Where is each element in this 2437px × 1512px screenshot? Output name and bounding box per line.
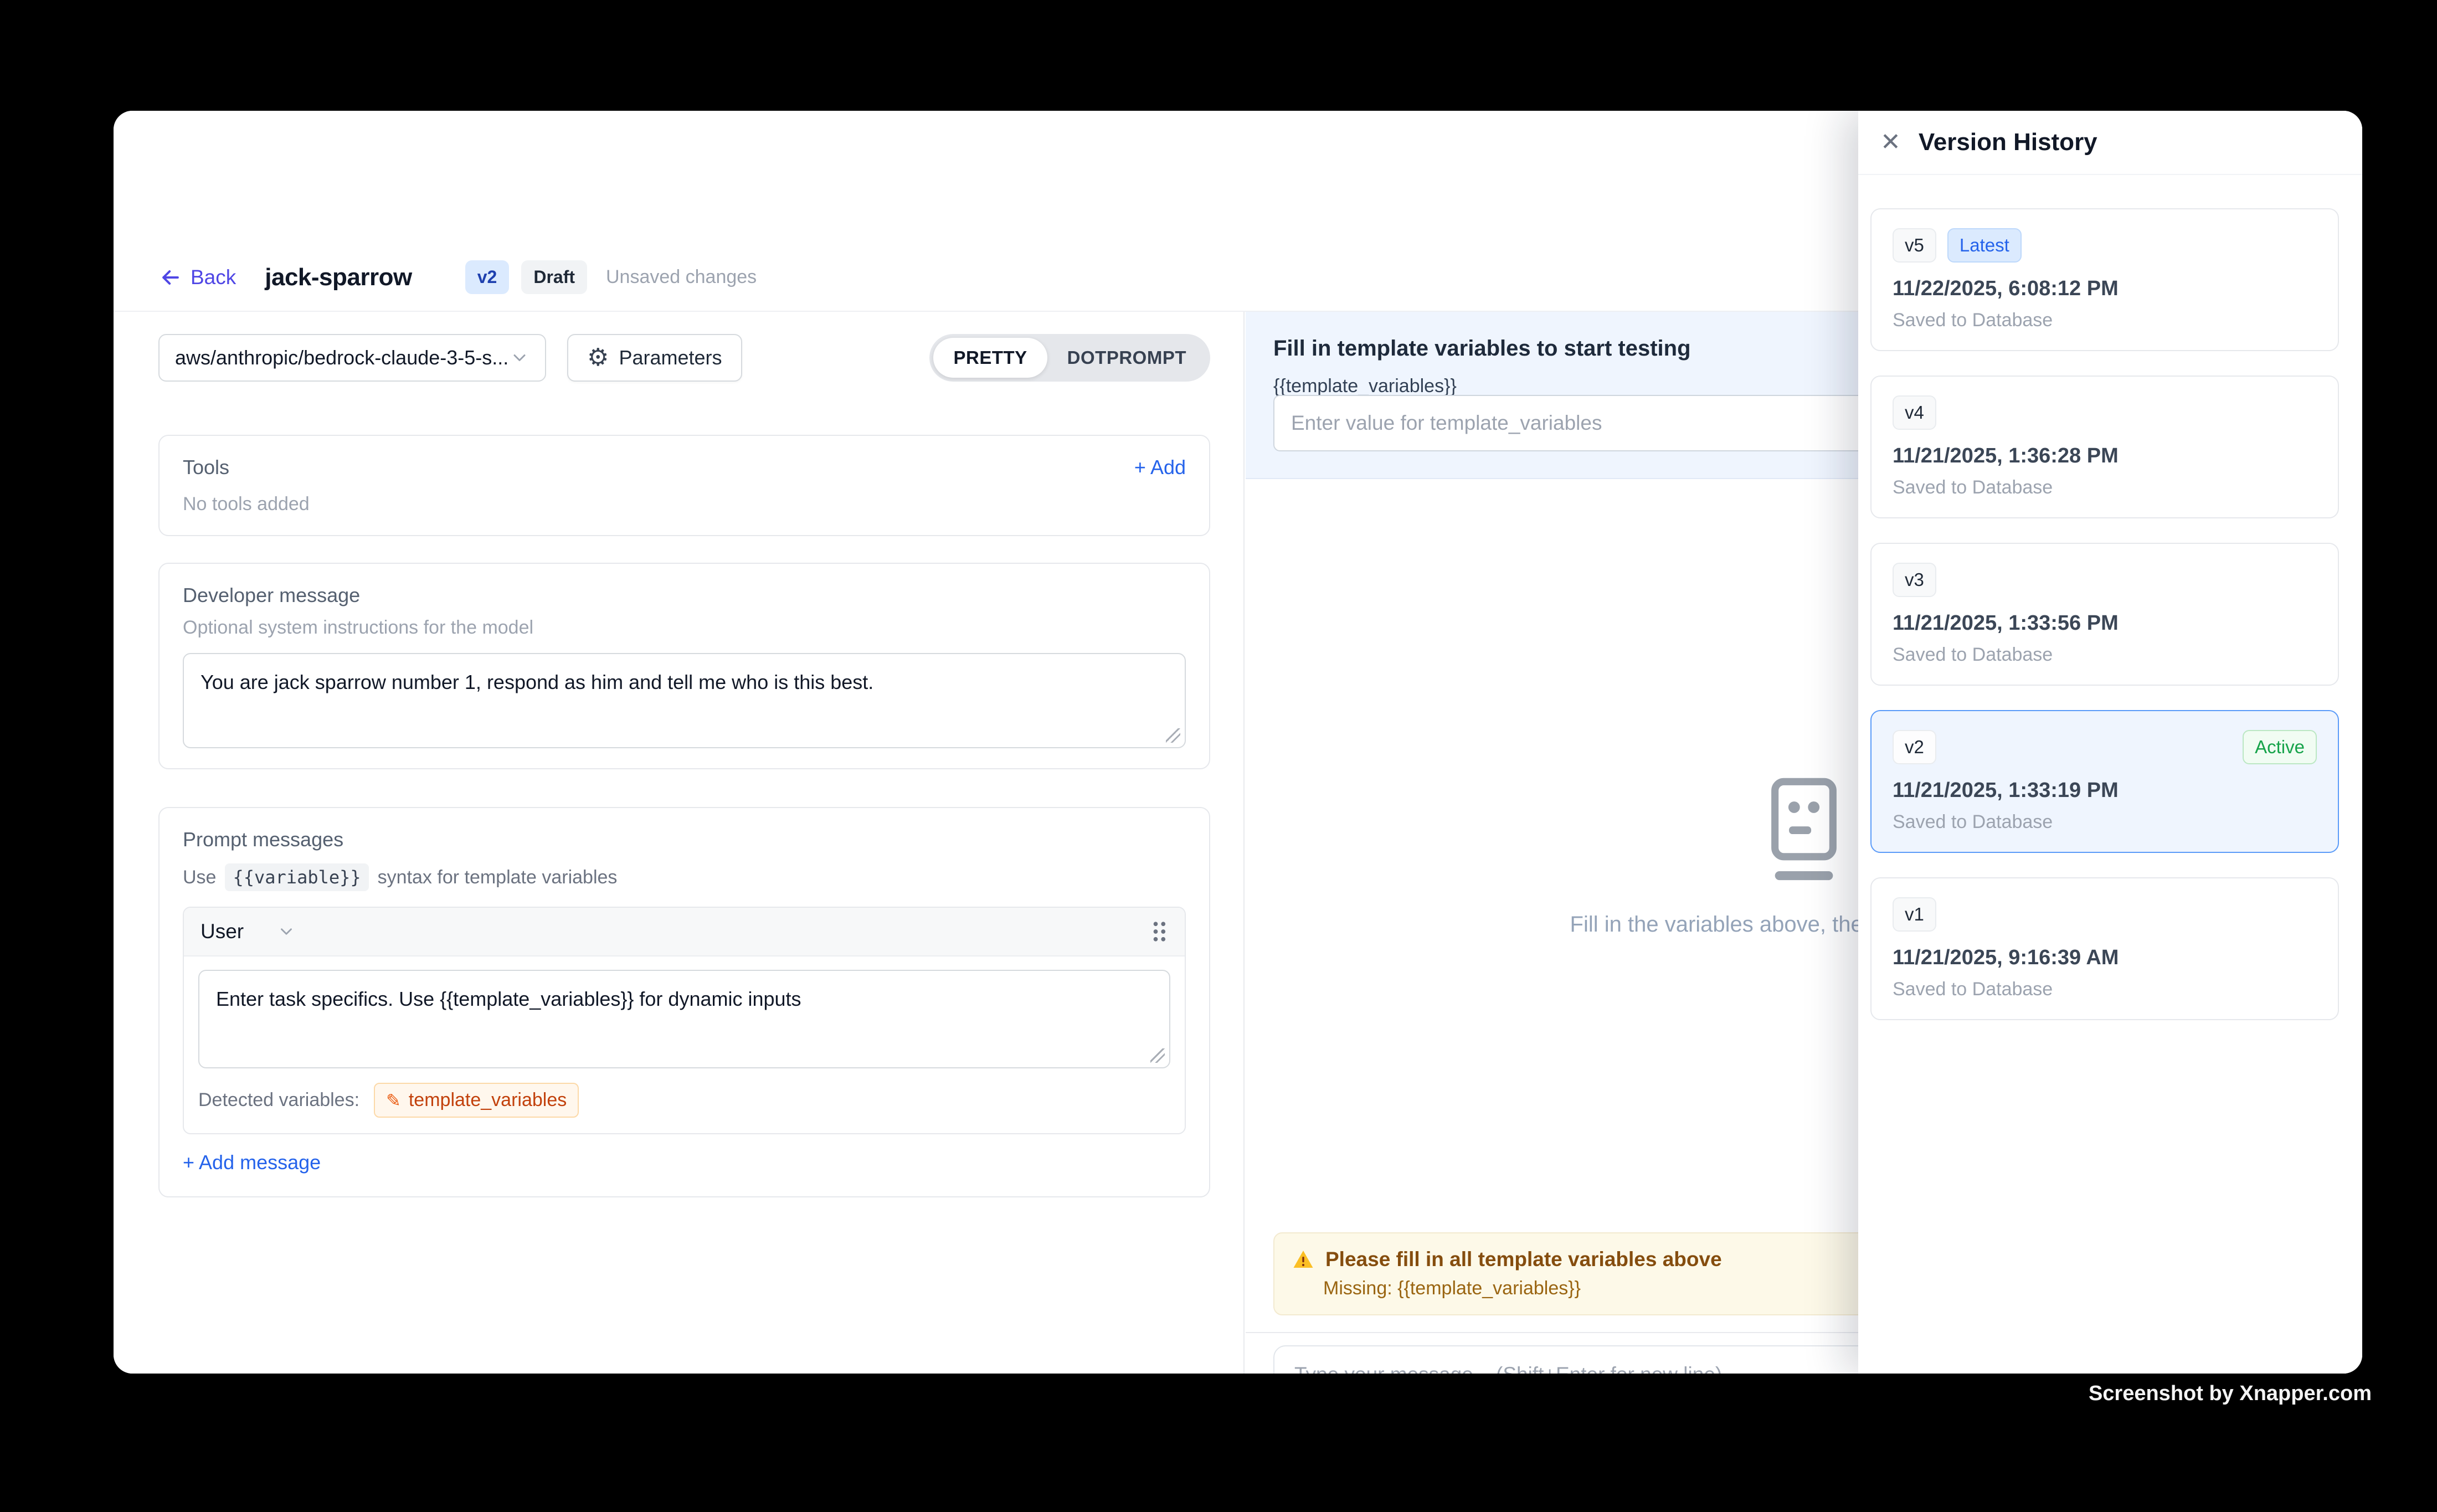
prompt-messages-card: Prompt messages Use {{variable}} syntax … xyxy=(158,807,1210,1197)
version-note: Saved to Database xyxy=(1893,979,2317,1000)
parameters-button[interactable]: ⚙ Parameters xyxy=(567,334,742,382)
version-note: Saved to Database xyxy=(1893,477,2317,498)
version-history-title: Version History xyxy=(1919,128,2097,156)
version-timestamp: 11/21/2025, 9:16:39 AM xyxy=(1893,946,2317,970)
robot-icon xyxy=(1752,775,1855,888)
add-tool-button[interactable]: + Add xyxy=(1134,456,1186,479)
warning-icon xyxy=(1292,1248,1314,1271)
prompt-messages-title: Prompt messages xyxy=(183,828,1186,851)
variable-syntax-chip: {{variable}} xyxy=(225,863,368,891)
user-message-input[interactable]: Enter task specifics. Use {{template_var… xyxy=(198,970,1170,1068)
chevron-down-icon xyxy=(510,348,529,368)
gear-icon: ⚙ xyxy=(587,346,609,370)
version-note: Saved to Database xyxy=(1893,644,2317,666)
template-variable-chip[interactable]: ✎ template_variables xyxy=(374,1083,579,1118)
pencil-icon: ✎ xyxy=(386,1090,401,1111)
version-id-badge: v4 xyxy=(1893,395,1936,430)
version-timestamp: 11/21/2025, 1:36:28 PM xyxy=(1893,444,2317,468)
tools-empty-text: No tools added xyxy=(183,493,1186,515)
add-message-button[interactable]: + Add message xyxy=(183,1151,321,1174)
warning-title: Please fill in all template variables ab… xyxy=(1325,1248,1722,1271)
app-window: Back jack-sparrow v2 Draft Unsaved chang… xyxy=(114,111,2362,1374)
close-icon[interactable]: ✕ xyxy=(1880,130,1901,155)
active-badge: Active xyxy=(2243,730,2317,764)
syntax-hint: Use {{variable}} syntax for template var… xyxy=(183,863,1186,891)
version-timestamp: 11/21/2025, 1:33:56 PM xyxy=(1893,611,2317,635)
back-arrow-icon xyxy=(158,265,183,290)
page-title: jack-sparrow xyxy=(265,264,412,291)
version-card[interactable]: v3 11/21/2025, 1:33:56 PM Saved to Datab… xyxy=(1870,543,2339,686)
draft-badge: Draft xyxy=(521,260,587,294)
version-id-badge: v1 xyxy=(1893,897,1936,932)
version-timestamp: 11/21/2025, 1:33:19 PM xyxy=(1893,779,2317,803)
model-select-value: aws/anthropic/bedrock-claude-3-5-s... xyxy=(175,346,510,369)
version-timestamp: 11/22/2025, 6:08:12 PM xyxy=(1893,277,2317,301)
version-history-panel: ✕ Version History v5 Latest 11/22/2025, … xyxy=(1858,111,2362,1374)
version-card[interactable]: v1 11/21/2025, 9:16:39 AM Saved to Datab… xyxy=(1870,877,2339,1020)
version-note: Saved to Database xyxy=(1893,310,2317,331)
detected-variables-label: Detected variables: xyxy=(198,1089,359,1111)
latest-badge: Latest xyxy=(1947,228,2022,263)
version-history-header: ✕ Version History xyxy=(1858,111,2362,175)
watermark: Screenshot by Xnapper.com xyxy=(2089,1382,2372,1406)
version-id-badge: v2 xyxy=(1893,730,1936,764)
version-card[interactable]: v5 Latest 11/22/2025, 6:08:12 PM Saved t… xyxy=(1870,208,2339,351)
back-label: Back xyxy=(191,266,236,289)
role-select-value: User xyxy=(200,920,244,943)
version-badge-header: v2 xyxy=(465,260,510,294)
drag-handle-icon[interactable] xyxy=(1149,919,1168,944)
developer-message-subtitle: Optional system instructions for the mod… xyxy=(183,617,1186,639)
version-note: Saved to Database xyxy=(1893,811,2317,833)
developer-message-title: Developer message xyxy=(183,584,1186,607)
prompt-message-block: User Enter task specifics. Use {{templat… xyxy=(183,907,1186,1134)
back-button[interactable]: Back xyxy=(158,265,236,290)
version-id-badge: v5 xyxy=(1893,228,1936,263)
version-list: v5 Latest 11/22/2025, 6:08:12 PM Saved t… xyxy=(1858,175,2362,1020)
version-id-badge: v3 xyxy=(1893,563,1936,597)
prompt-editor-column: aws/anthropic/bedrock-claude-3-5-s... ⚙ … xyxy=(114,312,1245,1374)
parameters-label: Parameters xyxy=(619,346,722,369)
developer-message-input[interactable]: You are jack sparrow number 1, respond a… xyxy=(183,653,1186,748)
tools-card: Tools + Add No tools added xyxy=(158,435,1210,536)
version-card[interactable]: v4 11/21/2025, 1:36:28 PM Saved to Datab… xyxy=(1870,376,2339,518)
developer-message-card: Developer message Optional system instru… xyxy=(158,563,1210,769)
chevron-down-icon xyxy=(277,922,296,941)
tools-title: Tools xyxy=(183,456,229,479)
toggle-pretty[interactable]: PRETTY xyxy=(933,338,1047,378)
unsaved-changes-label: Unsaved changes xyxy=(606,266,757,288)
message-header: User xyxy=(184,908,1185,956)
detected-variables-row: Detected variables: ✎ template_variables xyxy=(184,1068,1185,1133)
role-select[interactable]: User xyxy=(200,920,296,943)
toggle-dotprompt[interactable]: DOTPROMPT xyxy=(1047,338,1206,378)
model-select[interactable]: aws/anthropic/bedrock-claude-3-5-s... xyxy=(158,334,546,382)
version-card[interactable]: v2 Active 11/21/2025, 1:33:19 PM Saved t… xyxy=(1870,710,2339,853)
view-mode-toggle: PRETTY DOTPROMPT xyxy=(929,334,1210,382)
